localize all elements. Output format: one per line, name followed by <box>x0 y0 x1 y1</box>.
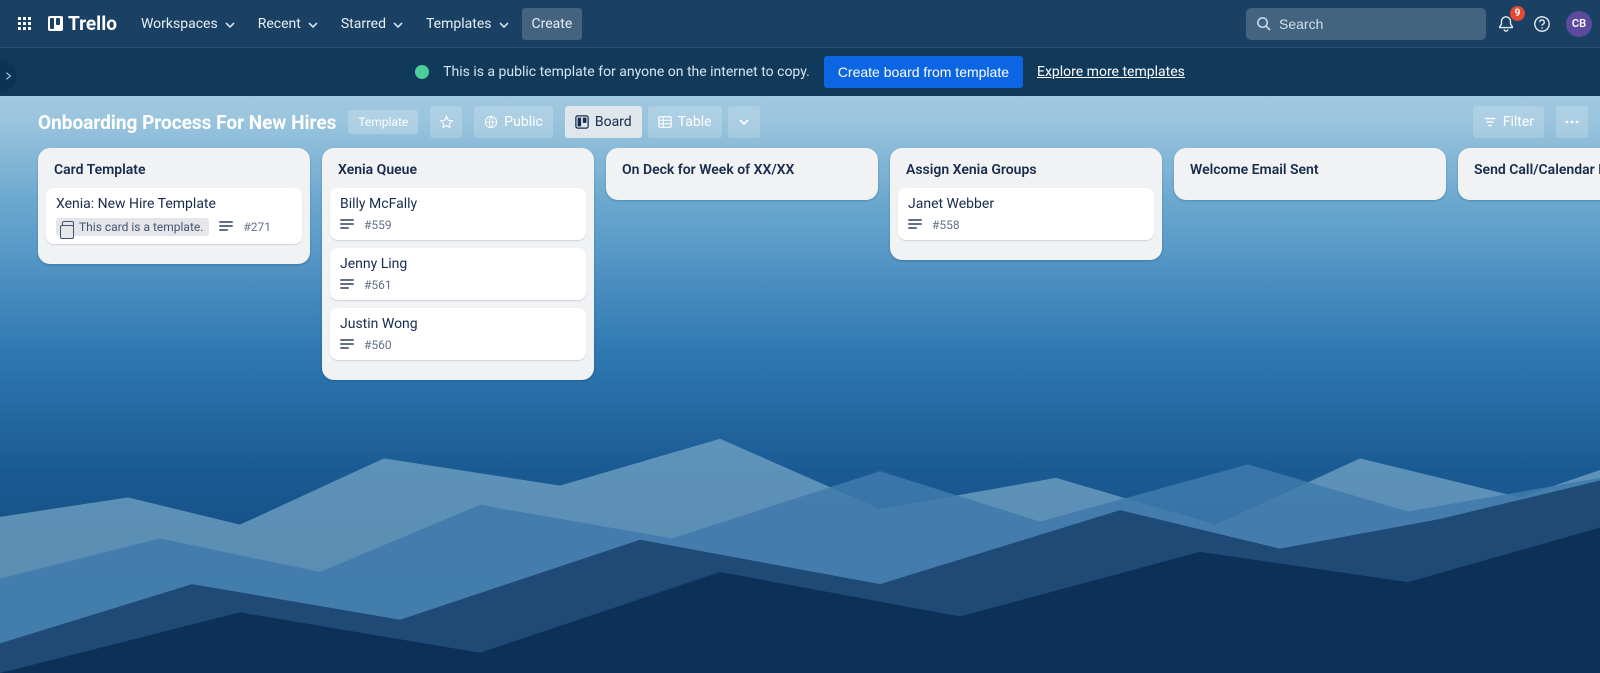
star-icon <box>439 115 454 130</box>
card-meta: #560 <box>340 338 576 352</box>
create-label: Create <box>532 16 573 32</box>
search-icon <box>1256 16 1271 31</box>
description-icon <box>219 221 233 233</box>
template-badge: Template <box>348 110 418 134</box>
trello-logo-text: Trello <box>68 12 117 35</box>
view-table-button[interactable]: Table <box>648 106 722 138</box>
top-nav: Trello Workspaces Recent Starred Templat… <box>0 0 1600 48</box>
board-header: Onboarding Process For New Hires Templat… <box>16 96 1600 148</box>
description-icon <box>340 279 354 291</box>
banner-message: This is a public template for anyone on … <box>443 64 810 80</box>
user-avatar[interactable]: CB <box>1566 11 1592 37</box>
board-title[interactable]: Onboarding Process For New Hires <box>38 111 336 134</box>
apps-grid-icon <box>18 17 31 30</box>
view-board-label: Board <box>595 114 632 130</box>
card-title: Billy McFally <box>340 196 576 212</box>
notification-badge: 9 <box>1510 6 1525 21</box>
list: Xenia Queue Billy McFally #559 Jenny Ling #5… <box>322 148 594 380</box>
card-meta: This card is a template. #271 <box>56 218 292 236</box>
visibility-button[interactable]: Public <box>474 106 553 138</box>
card-reference: #558 <box>932 218 960 232</box>
filter-label: Filter <box>1503 114 1534 130</box>
globe-icon <box>484 115 498 129</box>
card[interactable]: Justin Wong #560 <box>330 308 586 360</box>
visibility-label: Public <box>504 114 543 130</box>
help-icon <box>1533 15 1551 33</box>
table-icon <box>658 115 672 129</box>
card-reference: #559 <box>364 218 392 232</box>
filter-icon <box>1483 115 1497 129</box>
card[interactable]: Xenia: New Hire Template This card is a t… <box>46 188 302 244</box>
list-title[interactable]: Welcome Email Sent <box>1182 158 1438 188</box>
nav-label: Starred <box>341 16 386 32</box>
create-button[interactable]: Create <box>522 8 583 40</box>
trello-logo[interactable]: Trello <box>48 12 117 35</box>
chevron-down-icon <box>392 19 402 29</box>
nav-workspaces[interactable]: Workspaces <box>131 8 244 40</box>
trello-logo-icon <box>48 16 63 31</box>
view-switcher: Board Table <box>565 106 760 138</box>
description-icon <box>340 219 354 231</box>
card-reference: #561 <box>364 278 392 292</box>
nav-label: Workspaces <box>141 16 218 32</box>
search-box[interactable] <box>1246 8 1486 40</box>
list-title[interactable]: Assign Xenia Groups <box>898 158 1154 188</box>
nav-recent[interactable]: Recent <box>248 8 327 40</box>
card-meta: #559 <box>340 218 576 232</box>
description-icon <box>340 339 354 351</box>
avatar-initials: CB <box>1572 17 1586 30</box>
star-board-button[interactable] <box>430 106 462 138</box>
description-icon <box>908 219 922 231</box>
list-title[interactable]: Card Template <box>46 158 302 188</box>
view-board-button[interactable]: Board <box>565 106 642 138</box>
template-chip-text: This card is a template. <box>79 220 203 234</box>
board-menu-button[interactable] <box>1556 106 1588 138</box>
list-title[interactable]: Send Call/Calendar Invites <box>1466 158 1600 188</box>
search-input[interactable] <box>1279 16 1476 32</box>
notifications-button[interactable]: 9 <box>1490 8 1522 40</box>
chevron-down-icon <box>307 19 317 29</box>
list-title[interactable]: Xenia Queue <box>330 158 586 188</box>
card[interactable]: Janet Webber #558 <box>898 188 1154 240</box>
card-meta: #561 <box>340 278 576 292</box>
view-switcher-more-button[interactable] <box>728 106 760 138</box>
app-switcher-button[interactable] <box>8 8 40 40</box>
more-horizontal-icon <box>1564 114 1580 130</box>
card-title: Xenia: New Hire Template <box>56 196 292 212</box>
card[interactable]: Billy McFally #559 <box>330 188 586 240</box>
card-reference: #271 <box>243 220 271 234</box>
list: Welcome Email Sent <box>1174 148 1446 200</box>
public-indicator-icon <box>415 65 429 79</box>
chevron-down-icon <box>738 116 750 128</box>
nav-starred[interactable]: Starred <box>331 8 412 40</box>
help-button[interactable] <box>1526 8 1558 40</box>
card[interactable]: Jenny Ling #561 <box>330 248 586 300</box>
filter-button[interactable]: Filter <box>1473 106 1544 138</box>
template-chip: This card is a template. <box>56 218 209 236</box>
chevron-down-icon <box>224 19 234 29</box>
card-title: Janet Webber <box>908 196 1144 212</box>
nav-label: Templates <box>426 16 492 32</box>
view-table-label: Table <box>678 114 712 130</box>
list-title[interactable]: On Deck for Week of XX/XX <box>614 158 870 188</box>
template-banner: This is a public template for anyone on … <box>0 48 1600 96</box>
create-board-from-template-button[interactable]: Create board from template <box>824 56 1023 88</box>
list: Card Template Xenia: New Hire Template Thi… <box>38 148 310 264</box>
explore-templates-link[interactable]: Explore more templates <box>1037 64 1185 80</box>
template-icon <box>62 221 74 233</box>
card-reference: #560 <box>364 338 392 352</box>
nav-templates[interactable]: Templates <box>416 8 518 40</box>
nav-label: Recent <box>258 16 301 32</box>
chevron-down-icon <box>498 19 508 29</box>
list: Assign Xenia Groups Janet Webber #558 <box>890 148 1162 260</box>
list: On Deck for Week of XX/XX <box>606 148 878 200</box>
card-meta: #558 <box>908 218 1144 232</box>
list: Send Call/Calendar Invites <box>1458 148 1600 200</box>
lists-container: Card Template Xenia: New Hire Template Thi… <box>38 148 1600 380</box>
board-icon <box>575 115 589 129</box>
card-title: Justin Wong <box>340 316 576 332</box>
lists-viewport[interactable]: Card Template Xenia: New Hire Template Thi… <box>16 148 1600 420</box>
chevron-right-icon <box>4 71 12 81</box>
card-title: Jenny Ling <box>340 256 576 272</box>
